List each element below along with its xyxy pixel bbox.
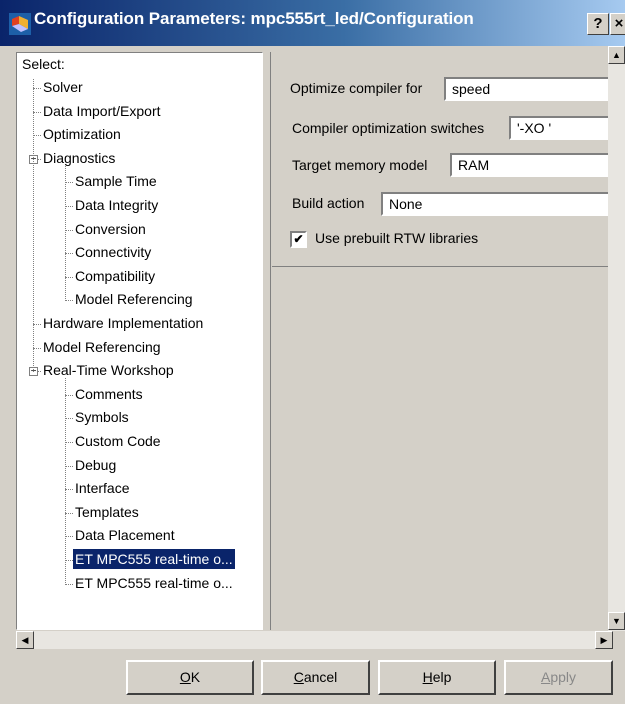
build-label: Build action	[292, 195, 365, 211]
window-title: Configuration Parameters: mpc555rt_led/C…	[34, 9, 474, 28]
scroll-up-icon[interactable]: ▲	[608, 46, 625, 64]
tree-item[interactable]: Optimization	[41, 124, 123, 144]
tree-connector	[65, 418, 73, 420]
tree-connector	[65, 182, 73, 184]
tree-connector	[65, 560, 73, 561]
tree-item[interactable]: Comments	[73, 384, 145, 404]
help-titlebar-button[interactable]: ?	[587, 13, 609, 35]
tree-item[interactable]: Model Referencing	[73, 289, 195, 309]
tree-connector	[65, 583, 73, 585]
tree-item[interactable]: Hardware Implementation	[41, 313, 205, 333]
tree-connector	[33, 111, 41, 113]
switches-label: Compiler optimization switches	[292, 120, 485, 136]
horizontal-scrollbar[interactable]: ◀ ▶	[16, 631, 613, 649]
tree-item[interactable]: Model Referencing	[41, 337, 163, 357]
apply-label-rest: pply	[550, 669, 577, 685]
tree-connector	[33, 347, 41, 349]
build-action-field[interactable]: None	[381, 192, 613, 216]
tree-pane[interactable]: Select: Solver Data Import/Export Optimiza…	[16, 52, 263, 630]
tree-item[interactable]: Custom Code	[73, 431, 163, 451]
scroll-down-icon[interactable]: ▼	[608, 612, 625, 630]
tree-item[interactable]: Data Placement	[73, 525, 177, 545]
scroll-left-icon[interactable]: ◀	[16, 631, 34, 649]
tree-connector	[65, 489, 73, 491]
tree-connector	[65, 442, 73, 443]
target-memory-field[interactable]: RAM	[450, 153, 613, 177]
tree-connector	[65, 536, 73, 538]
vertical-scrollbar[interactable]: ▲ ▼	[608, 46, 625, 631]
tree-guide	[33, 79, 34, 373]
tree-item[interactable]: ET MPC555 real-time o...	[73, 573, 235, 593]
tree-item[interactable]: Solver	[41, 77, 85, 97]
optimize-label: Optimize compiler for	[290, 80, 423, 96]
tree-connector	[65, 206, 73, 207]
tree-guide	[65, 378, 66, 585]
tree-item[interactable]: Interface	[73, 478, 131, 498]
prebuilt-label: Use prebuilt RTW libraries	[315, 230, 479, 246]
tree-item[interactable]: Compatibility	[73, 266, 157, 286]
prebuilt-checkbox[interactable]: ✔	[290, 231, 307, 248]
tree-item[interactable]: ET MPC555 real-time o...	[73, 549, 235, 569]
tree-connector	[33, 135, 41, 137]
tree-item[interactable]: Sample Time	[73, 171, 159, 191]
cancel-label-rest: ancel	[303, 669, 338, 685]
help-label-rest: elp	[432, 669, 452, 685]
tree-item[interactable]: Conversion	[73, 219, 148, 239]
tree-item[interactable]: Connectivity	[73, 242, 153, 262]
tree-item[interactable]: Templates	[73, 502, 141, 522]
tree-connector	[33, 88, 41, 89]
scroll-right-icon[interactable]: ▶	[595, 631, 613, 649]
simulink-icon	[9, 13, 31, 35]
ok-label-rest: K	[190, 669, 201, 685]
tree-connector	[65, 253, 73, 255]
tree-item[interactable]: Data Integrity	[73, 195, 160, 215]
tree-connector	[65, 512, 73, 514]
close-button[interactable]: ×	[610, 13, 625, 35]
tree-connector	[65, 276, 73, 278]
tree-item[interactable]: Debug	[73, 455, 118, 475]
tree-connector	[65, 394, 73, 396]
apply-button[interactable]: Apply	[504, 660, 613, 695]
tree-item[interactable]: Diagnostics	[41, 148, 117, 168]
tree-connector	[65, 300, 73, 302]
help-button[interactable]: Help	[378, 660, 496, 695]
memory-label: Target memory model	[292, 157, 428, 173]
ok-button[interactable]: OK	[126, 660, 254, 695]
tree-item[interactable]: Real-Time Workshop	[41, 360, 176, 380]
tree-item[interactable]: Data Import/Export	[41, 101, 163, 121]
tree-connector	[33, 324, 41, 325]
cancel-button[interactable]: Cancel	[261, 660, 370, 695]
compiler-switches-field[interactable]: '-XO '	[509, 116, 613, 140]
tree-guide	[65, 165, 66, 302]
tree-connector	[65, 229, 73, 231]
optimize-compiler-field[interactable]: speed	[444, 77, 616, 101]
tree-header: Select:	[22, 56, 65, 72]
tree-connector	[65, 465, 73, 467]
tree-item[interactable]: Symbols	[73, 407, 131, 427]
